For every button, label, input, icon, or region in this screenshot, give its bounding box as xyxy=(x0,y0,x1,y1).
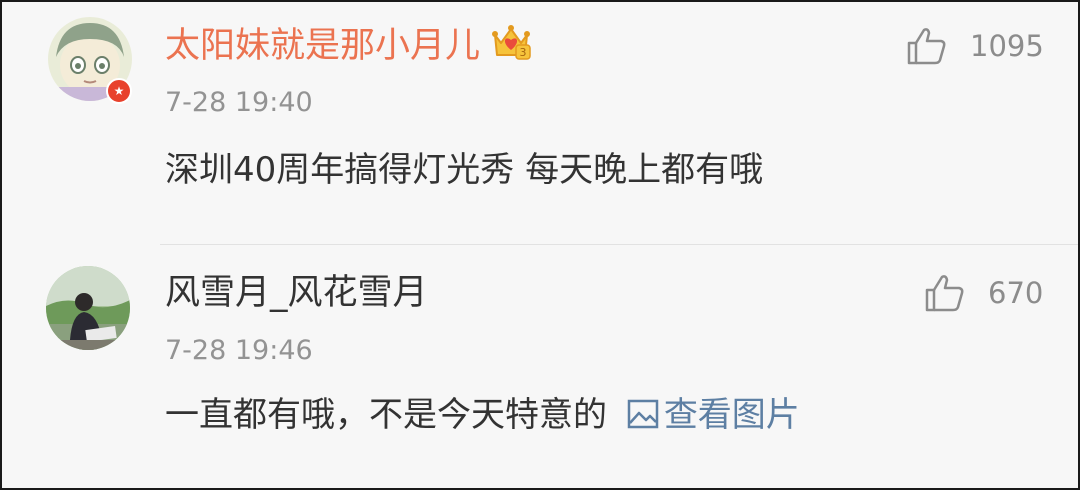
star-icon: ★ xyxy=(106,78,132,104)
like-count: 670 xyxy=(988,276,1044,310)
view-image-link[interactable]: 查看图片 xyxy=(618,395,800,435)
like-button[interactable]: 670 xyxy=(924,271,1043,315)
thumbs-up-icon xyxy=(907,28,946,65)
svg-text:3: 3 xyxy=(520,46,527,59)
avatar[interactable] xyxy=(46,266,130,350)
comment-time: 7-28 19:40 xyxy=(165,87,313,118)
comment-text: 深圳40周年搞得灯光秀 每天晚上都有哦 xyxy=(165,150,764,190)
crown-icon: 3 xyxy=(492,25,531,60)
username[interactable]: 风雪月_风花雪月 xyxy=(165,271,428,315)
image-icon xyxy=(627,399,659,429)
comment-item: 风雪月_风花雪月 7-28 19:46 一直都有哦，不是今天特意的 查看图片 6… xyxy=(0,245,1080,490)
comment-time: 7-28 19:46 xyxy=(165,335,313,366)
like-button[interactable]: 1095 xyxy=(906,24,1044,68)
thumbs-up-icon xyxy=(925,275,964,312)
username[interactable]: 太阳妹就是那小月儿 xyxy=(165,24,480,68)
view-image-label: 查看图片 xyxy=(663,395,800,435)
comment-text-row: 一直都有哦，不是今天特意的 查看图片 xyxy=(165,393,800,437)
comment-text: 一直都有哦，不是今天特意的 xyxy=(165,395,607,435)
like-count: 1095 xyxy=(970,29,1044,63)
comment-item: ★ 太阳妹就是那小月儿 3 7-28 19:40 深圳40周年搞得灯光秀 每天晚… xyxy=(0,0,1080,244)
